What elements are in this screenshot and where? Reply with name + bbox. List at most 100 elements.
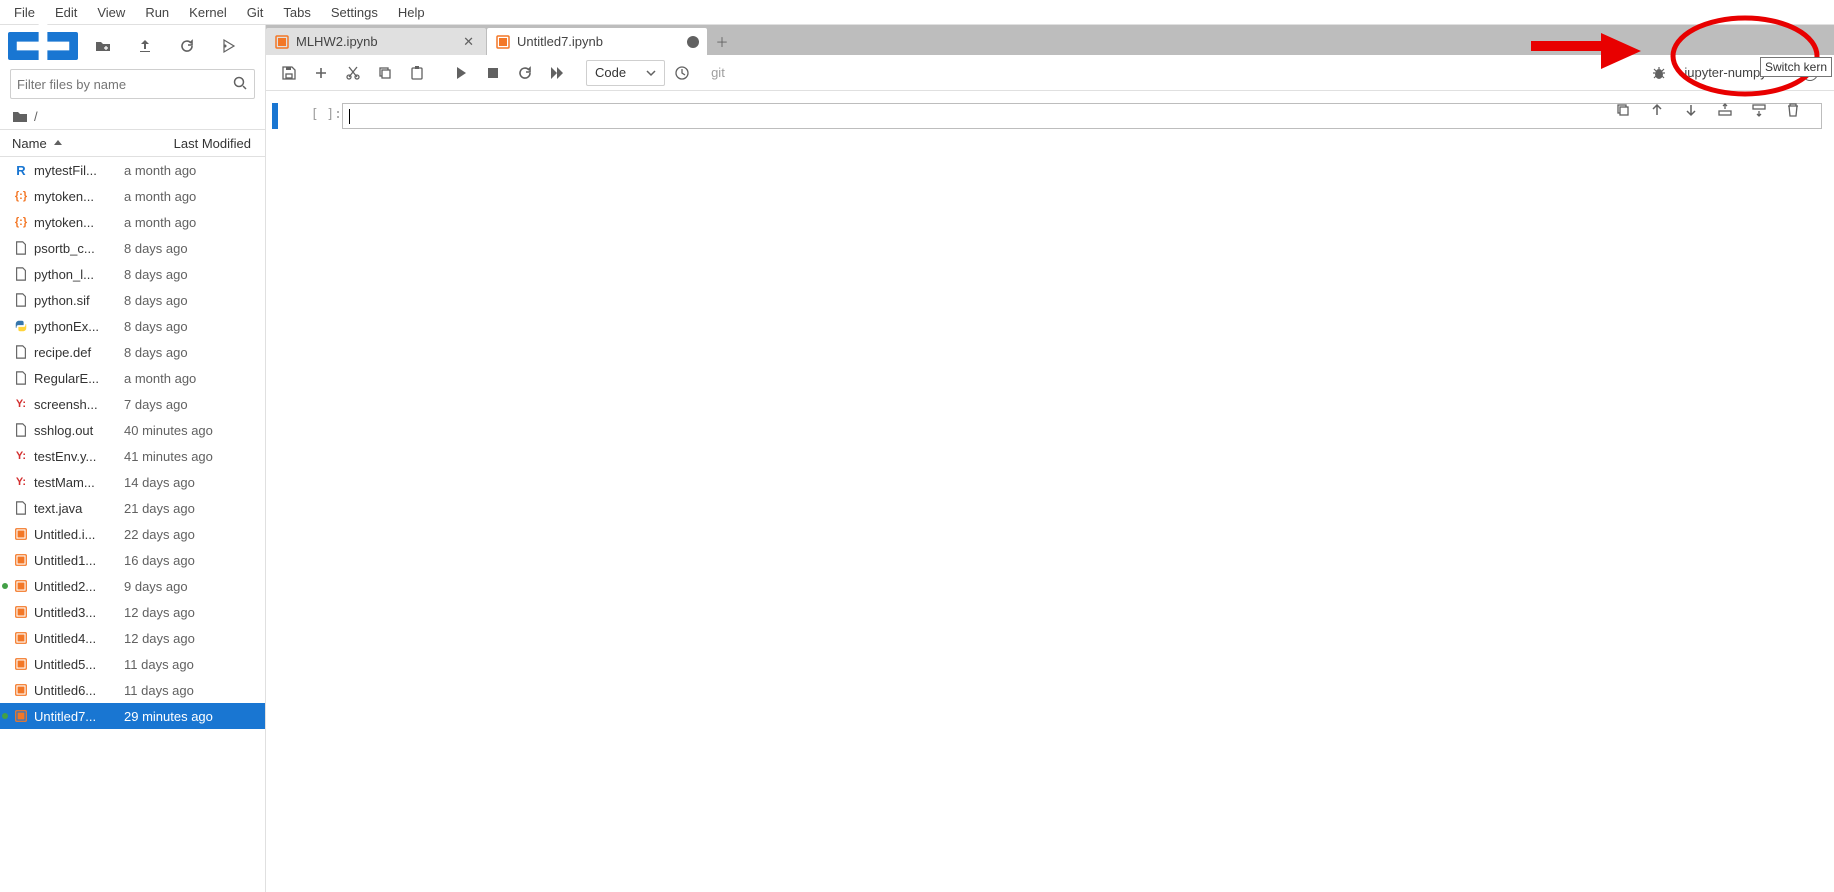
new-tab-button[interactable]: ＋ xyxy=(708,28,736,55)
duplicate-cell-icon[interactable] xyxy=(1612,99,1634,121)
file-type-icon xyxy=(12,371,30,385)
file-row[interactable]: RmytestFil...a month ago xyxy=(0,157,265,183)
insert-below-icon[interactable] xyxy=(1748,99,1770,121)
file-type-icon: Y: xyxy=(12,398,30,410)
file-name: Untitled1... xyxy=(34,553,124,568)
upload-icon[interactable] xyxy=(128,32,162,60)
cell-action-bar xyxy=(1612,99,1804,121)
move-up-icon[interactable] xyxy=(1646,99,1668,121)
restart-run-all-icon[interactable] xyxy=(542,58,572,88)
file-modified: 22 days ago xyxy=(124,527,195,542)
file-name: recipe.def xyxy=(34,345,124,360)
file-row[interactable]: Y:screensh...7 days ago xyxy=(0,391,265,417)
file-row[interactable]: Untitled1...16 days ago xyxy=(0,547,265,573)
menu-git[interactable]: Git xyxy=(237,2,274,23)
filter-input[interactable] xyxy=(17,77,232,92)
refresh-icon[interactable] xyxy=(170,32,204,60)
notebook-body[interactable]: [ ]: xyxy=(266,91,1834,892)
menu-view[interactable]: View xyxy=(87,2,135,23)
menu-tabs[interactable]: Tabs xyxy=(273,2,320,23)
file-type-icon xyxy=(12,605,30,619)
file-row[interactable]: text.java21 days ago xyxy=(0,495,265,521)
menu-settings[interactable]: Settings xyxy=(321,2,388,23)
column-name[interactable]: Name xyxy=(12,136,47,151)
file-name: pythonEx... xyxy=(34,319,124,334)
tab-untitled7[interactable]: Untitled7.ipynb xyxy=(487,28,707,55)
file-row[interactable]: Untitled3...12 days ago xyxy=(0,599,265,625)
cell[interactable]: [ ]: xyxy=(266,101,1834,131)
file-name: Untitled6... xyxy=(34,683,124,698)
breadcrumb[interactable]: / xyxy=(0,103,265,129)
file-modified: 29 minutes ago xyxy=(124,709,213,724)
new-launcher-button[interactable] xyxy=(8,32,78,60)
file-modified: 21 days ago xyxy=(124,501,195,516)
save-icon[interactable] xyxy=(274,58,304,88)
file-row[interactable]: pythonEx...8 days ago xyxy=(0,313,265,339)
cell-input[interactable] xyxy=(342,103,1822,129)
file-row[interactable]: Untitled4...12 days ago xyxy=(0,625,265,651)
move-down-icon[interactable] xyxy=(1680,99,1702,121)
file-name: Untitled.i... xyxy=(34,527,124,542)
new-folder-icon[interactable] xyxy=(86,32,120,60)
close-icon[interactable]: ✕ xyxy=(459,34,478,50)
file-row[interactable]: Untitled7...29 minutes ago xyxy=(0,703,265,729)
file-type-icon xyxy=(12,683,30,697)
file-row[interactable]: python.sif8 days ago xyxy=(0,287,265,313)
dirty-indicator-icon xyxy=(687,36,699,48)
cell-prompt: [ ]: xyxy=(296,103,342,129)
file-row[interactable]: {:}mytoken...a month ago xyxy=(0,209,265,235)
debugger-icon[interactable] xyxy=(1644,58,1674,88)
tab-mlhw2[interactable]: MLHW2.ipynb ✕ xyxy=(266,28,486,55)
delete-cell-icon[interactable] xyxy=(1782,99,1804,121)
stop-icon[interactable] xyxy=(478,58,508,88)
copy-icon[interactable] xyxy=(370,58,400,88)
cell-type-label: Code xyxy=(595,65,626,80)
file-modified: a month ago xyxy=(124,371,196,386)
file-row[interactable]: Y:testEnv.y...41 minutes ago xyxy=(0,443,265,469)
breadcrumb-root: / xyxy=(34,109,38,124)
notebook-icon xyxy=(495,34,511,50)
run-icon[interactable] xyxy=(446,58,476,88)
cut-icon[interactable] xyxy=(338,58,368,88)
file-row[interactable]: sshlog.out40 minutes ago xyxy=(0,417,265,443)
insert-above-icon[interactable] xyxy=(1714,99,1736,121)
file-type-icon xyxy=(12,553,30,567)
file-modified: 11 days ago xyxy=(124,683,194,698)
file-row[interactable]: Y:testMam...14 days ago xyxy=(0,469,265,495)
file-row[interactable]: Untitled5...11 days ago xyxy=(0,651,265,677)
file-name: RegularE... xyxy=(34,371,124,386)
file-name: Untitled4... xyxy=(34,631,124,646)
open-log-icon[interactable] xyxy=(667,58,697,88)
file-type-icon xyxy=(12,709,30,723)
file-name: Untitled3... xyxy=(34,605,124,620)
file-modified: a month ago xyxy=(124,189,196,204)
paste-icon[interactable] xyxy=(402,58,432,88)
file-row[interactable]: RegularE...a month ago xyxy=(0,365,265,391)
file-row[interactable]: Untitled2...9 days ago xyxy=(0,573,265,599)
file-row[interactable]: {:}mytoken...a month ago xyxy=(0,183,265,209)
file-list-header: Name Last Modified xyxy=(0,129,265,157)
file-row[interactable]: psortb_c...8 days ago xyxy=(0,235,265,261)
insert-cell-icon[interactable] xyxy=(306,58,336,88)
file-name: screensh... xyxy=(34,397,124,412)
file-name: testMam... xyxy=(34,475,124,490)
file-type-icon: Y: xyxy=(12,450,30,462)
cell-active-indicator xyxy=(272,103,278,129)
file-type-icon xyxy=(12,657,30,671)
column-modified[interactable]: Last Modified xyxy=(120,136,265,151)
restart-icon[interactable] xyxy=(510,58,540,88)
file-modified: 8 days ago xyxy=(124,319,188,334)
git-icon[interactable] xyxy=(212,32,246,60)
menu-run[interactable]: Run xyxy=(135,2,179,23)
git-label: git xyxy=(711,65,725,80)
menu-help[interactable]: Help xyxy=(388,2,435,23)
file-name: Untitled7... xyxy=(34,709,124,724)
file-type-icon: Y: xyxy=(12,476,30,488)
file-row[interactable]: Untitled6...11 days ago xyxy=(0,677,265,703)
file-list[interactable]: RmytestFil...a month ago{:}mytoken...a m… xyxy=(0,157,265,892)
cell-type-select[interactable]: Code xyxy=(586,60,665,86)
file-row[interactable]: recipe.def8 days ago xyxy=(0,339,265,365)
menu-kernel[interactable]: Kernel xyxy=(179,2,237,23)
file-row[interactable]: Untitled.i...22 days ago xyxy=(0,521,265,547)
file-row[interactable]: python_l...8 days ago xyxy=(0,261,265,287)
